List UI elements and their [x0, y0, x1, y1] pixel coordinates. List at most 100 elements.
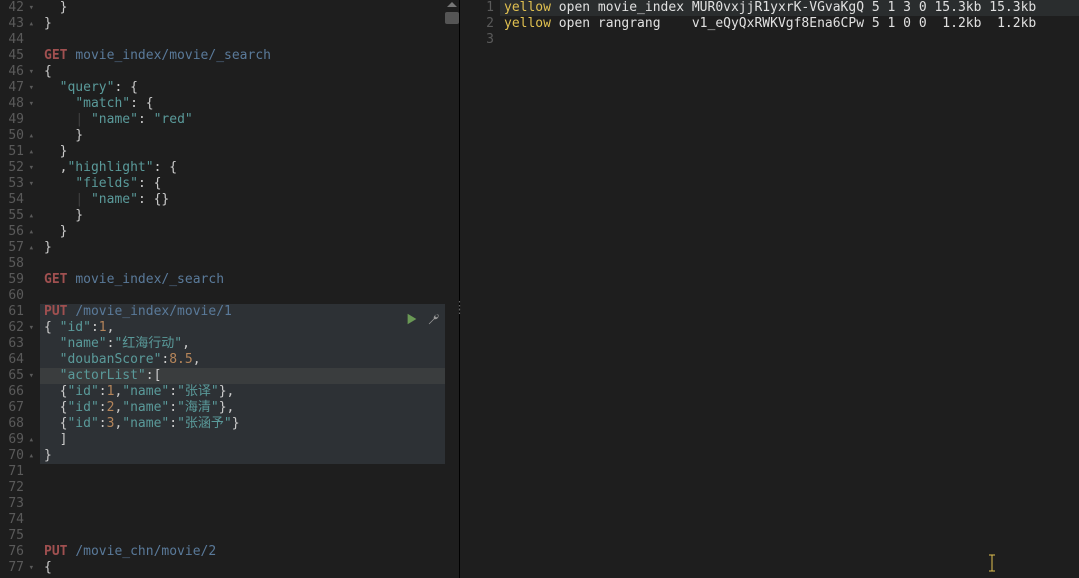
fold-marker-icon[interactable]: ▾: [26, 0, 34, 16]
gutter-line: 65▾: [0, 368, 34, 384]
request-action-icons: [405, 312, 441, 330]
code-line[interactable]: [40, 480, 459, 496]
code-line[interactable]: | "name": {}: [40, 192, 459, 208]
gutter-line: 49: [0, 112, 34, 128]
gutter-line: 73: [0, 496, 34, 512]
code-line[interactable]: {: [40, 64, 459, 80]
splitter-handle-icon[interactable]: ⋮⋮: [454, 304, 466, 312]
code-line[interactable]: "match": {: [40, 96, 459, 112]
gutter-line: 57▴: [0, 240, 34, 256]
gutter-line: 3: [460, 32, 494, 48]
code-line[interactable]: PUT /movie_chn/movie/2: [40, 544, 459, 560]
fold-marker-icon[interactable]: ▾: [26, 64, 34, 80]
gutter-line: 46▾: [0, 64, 34, 80]
code-line[interactable]: {"id":2,"name":"海清"},: [40, 400, 459, 416]
code-line[interactable]: }: [40, 144, 459, 160]
run-request-icon[interactable]: [405, 312, 419, 330]
code-line[interactable]: ]: [40, 432, 459, 448]
gutter-line: 58: [0, 256, 34, 272]
fold-marker-icon[interactable]: ▾: [26, 560, 34, 576]
code-line[interactable]: "fields": {: [40, 176, 459, 192]
code-line[interactable]: }: [40, 0, 459, 16]
editor-scrollbar[interactable]: [445, 0, 459, 578]
gutter-line: 48▾: [0, 96, 34, 112]
gutter-line: 51▴: [0, 144, 34, 160]
gutter-line: 76: [0, 544, 34, 560]
code-line[interactable]: [40, 528, 459, 544]
code-line[interactable]: }: [40, 208, 459, 224]
gutter-line: 71: [0, 464, 34, 480]
gutter-line: 66: [0, 384, 34, 400]
code-line[interactable]: [40, 32, 459, 48]
request-editor-pane: 42▾43▴444546▾47▾48▾4950▴51▴52▾53▾5455▴56…: [0, 0, 460, 578]
gutter-line: 53▾: [0, 176, 34, 192]
gutter-line: 56▴: [0, 224, 34, 240]
gutter-line: 75: [0, 528, 34, 544]
code-line[interactable]: "name":"红海行动",: [40, 336, 459, 352]
code-line[interactable]: "query": {: [40, 80, 459, 96]
code-line[interactable]: GET movie_index/_search: [40, 272, 459, 288]
code-line[interactable]: | "name": "red": [40, 112, 459, 128]
code-line[interactable]: PUT /movie_index/movie/1: [40, 304, 459, 320]
fold-marker-icon[interactable]: ▴: [26, 144, 34, 160]
fold-marker-icon[interactable]: ▾: [26, 96, 34, 112]
gutter-line: 54: [0, 192, 34, 208]
code-line[interactable]: "actorList":[: [40, 368, 459, 384]
gutter-line: 62▾: [0, 320, 34, 336]
code-line[interactable]: yellow open movie_index MUR0vxjjR1yxrK-V…: [500, 0, 1079, 16]
gutter-line: 63: [0, 336, 34, 352]
code-line[interactable]: { "id":1,: [40, 320, 459, 336]
code-line[interactable]: {"id":3,"name":"张涵予"}: [40, 416, 459, 432]
fold-marker-icon[interactable]: ▴: [26, 128, 34, 144]
gutter-line: 50▴: [0, 128, 34, 144]
gutter-line: 45: [0, 48, 34, 64]
code-line[interactable]: }: [40, 224, 459, 240]
code-line[interactable]: }: [40, 448, 459, 464]
gutter-line: 44: [0, 32, 34, 48]
code-line[interactable]: ,"highlight": {: [40, 160, 459, 176]
fold-marker-icon[interactable]: ▴: [26, 448, 34, 464]
code-line[interactable]: {: [40, 560, 459, 576]
fold-marker-icon[interactable]: ▴: [26, 208, 34, 224]
code-line[interactable]: [40, 512, 459, 528]
code-line[interactable]: }: [40, 240, 459, 256]
gutter-line: 55▴: [0, 208, 34, 224]
scrollbar-thumb[interactable]: [445, 12, 459, 24]
code-line[interactable]: {"id":1,"name":"张译"},: [40, 384, 459, 400]
code-line[interactable]: [40, 464, 459, 480]
gutter-line: 60: [0, 288, 34, 304]
gutter-line: 61: [0, 304, 34, 320]
editor-code-area[interactable]: }}GET movie_index/movie/_search{ "query"…: [40, 0, 459, 578]
fold-marker-icon[interactable]: ▾: [26, 368, 34, 384]
code-line[interactable]: "doubanScore":8.5,: [40, 352, 459, 368]
code-line[interactable]: }: [40, 128, 459, 144]
code-line[interactable]: [40, 288, 459, 304]
fold-marker-icon[interactable]: ▾: [26, 160, 34, 176]
fold-marker-icon[interactable]: ▾: [26, 176, 34, 192]
fold-marker-icon[interactable]: ▾: [26, 80, 34, 96]
gutter-line: 64: [0, 352, 34, 368]
fold-marker-icon[interactable]: ▴: [26, 224, 34, 240]
gutter-line: 59: [0, 272, 34, 288]
fold-marker-icon[interactable]: ▴: [26, 240, 34, 256]
code-line[interactable]: }: [40, 16, 459, 32]
code-line[interactable]: GET movie_index/movie/_search: [40, 48, 459, 64]
fold-marker-icon[interactable]: ▴: [26, 16, 34, 32]
gutter-line: 69▴: [0, 432, 34, 448]
gutter-line: 2: [460, 16, 494, 32]
fold-marker-icon[interactable]: ▴: [26, 432, 34, 448]
code-line[interactable]: [500, 32, 1079, 48]
gutter-line: 52▾: [0, 160, 34, 176]
scrollbar-up-arrow[interactable]: [447, 2, 457, 7]
gutter-line: 70▴: [0, 448, 34, 464]
text-cursor-icon: [987, 554, 989, 570]
gutter-line: 67: [0, 400, 34, 416]
gutter-line: 43▴: [0, 16, 34, 32]
fold-marker-icon[interactable]: ▾: [26, 320, 34, 336]
code-line[interactable]: yellow open rangrang v1_eQyQxRWKVgf8Ena6…: [500, 16, 1079, 32]
output-code-area[interactable]: yellow open movie_index MUR0vxjjR1yxrK-V…: [500, 0, 1079, 578]
gutter-line: 77▾: [0, 560, 34, 576]
code-line[interactable]: [40, 256, 459, 272]
code-line[interactable]: [40, 496, 459, 512]
wrench-icon[interactable]: [427, 312, 441, 330]
